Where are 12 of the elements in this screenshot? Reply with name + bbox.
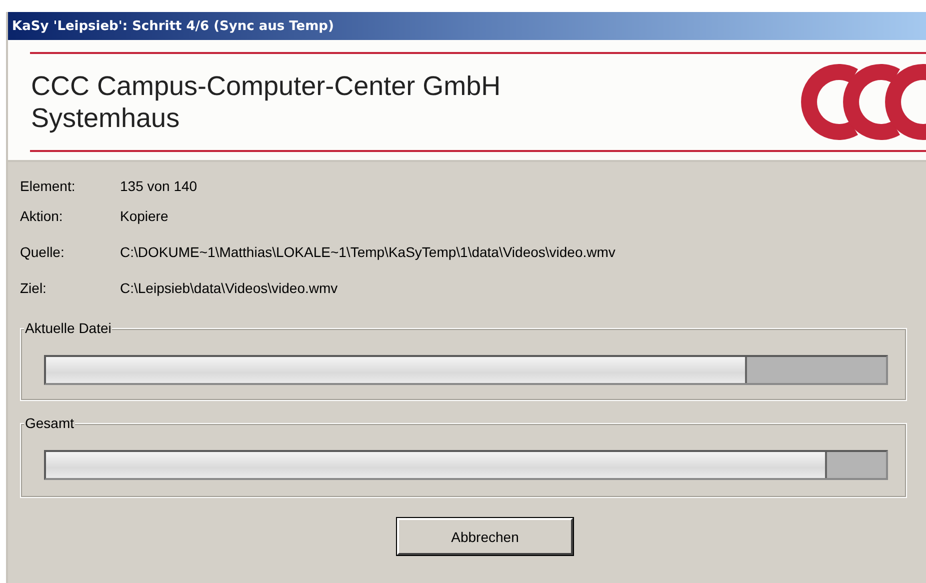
field-label: Aktion: <box>20 207 64 226</box>
field-label: Element: <box>20 177 76 196</box>
cancel-button[interactable]: Abbrechen <box>397 518 573 555</box>
company-name: CCC Campus-Computer-Center GmbH <box>31 70 501 102</box>
field-value: C:\Leipsieb\data\Videos\video.wmv <box>120 279 339 298</box>
field-value: 135 von 140 <box>120 177 198 196</box>
company-subtitle: Systemhaus <box>31 102 181 134</box>
field-label: Quelle: <box>20 243 66 262</box>
field-value: Kopiere <box>120 207 170 226</box>
field-label: Ziel: <box>20 279 48 298</box>
field-value: C:\DOKUME~1\Matthias\LOKALE~1\Temp\KaSyTemp\1\data\Videos\video.wmv <box>120 243 616 262</box>
window-title: KaSy 'Leipsieb': Schritt 4/6 (Sync aus Temp) <box>12 18 334 34</box>
